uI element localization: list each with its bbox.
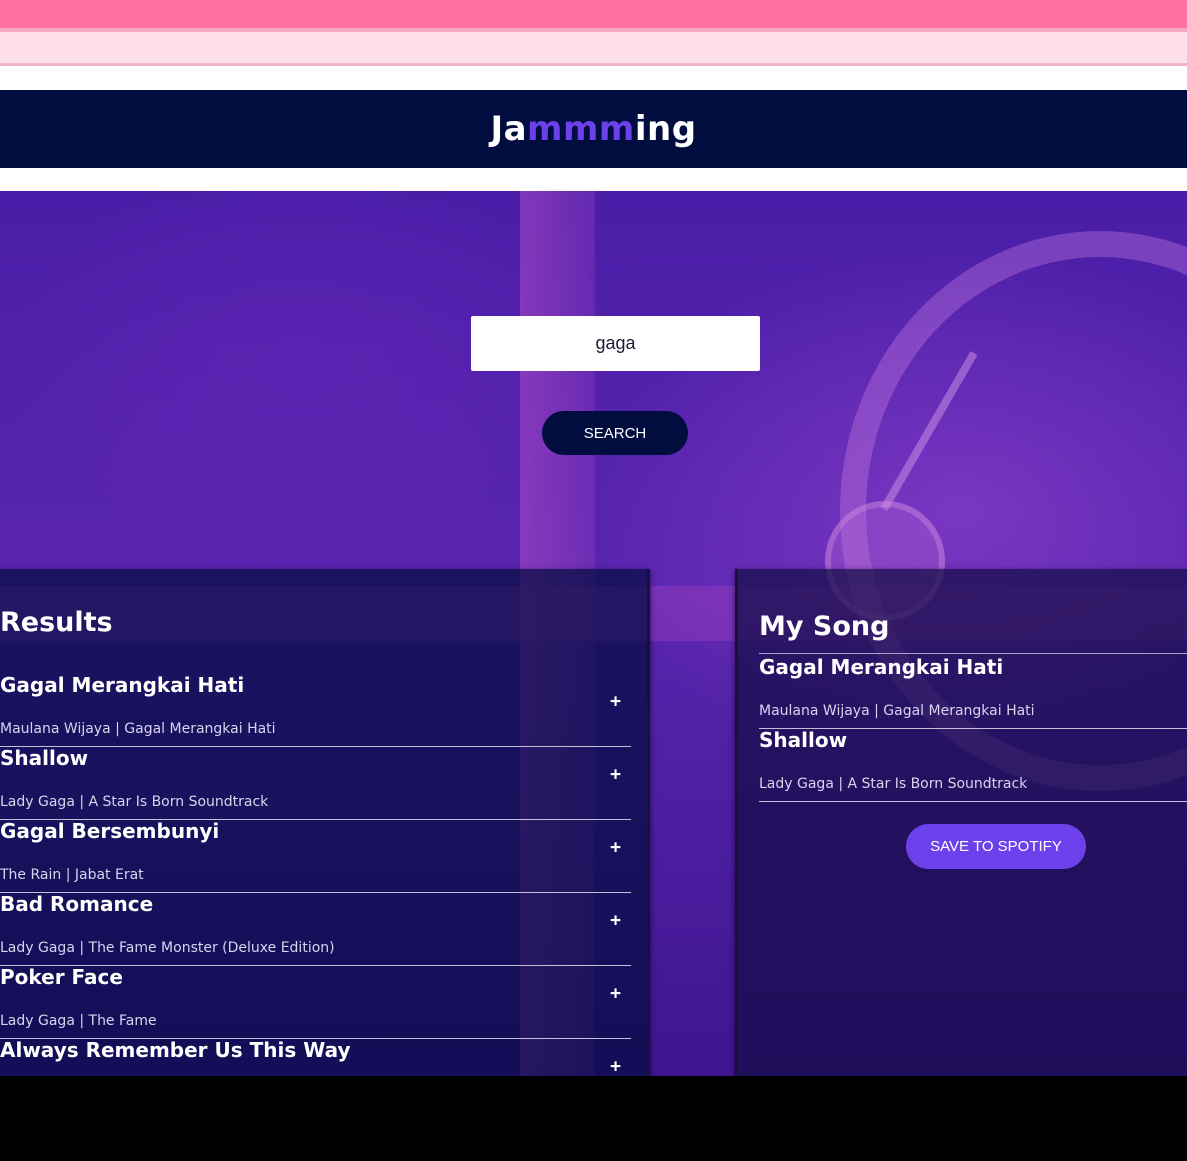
track-info: Lady Gaga | A Star Is Born Soundtrack xyxy=(759,776,1028,792)
results-panel: Results Gagal Merangkai Hati Maulana Wij… xyxy=(0,569,650,1076)
add-track-icon[interactable]: + xyxy=(610,983,621,1004)
result-track: Bad Romance Lady Gaga | The Fame Monster… xyxy=(0,892,631,966)
result-track: Poker Face Lady Gaga | The Fame + xyxy=(0,965,631,1039)
result-track: Shallow Lady Gaga | A Star Is Born Sound… xyxy=(0,746,631,820)
search-button[interactable]: SEARCH xyxy=(542,411,688,455)
track-info: Maulana Wijaya | Gagal Merangkai Hati xyxy=(759,703,1035,719)
track-name: Shallow xyxy=(0,746,89,770)
app-logo: Jammming xyxy=(490,109,696,149)
playlist-title-divider xyxy=(759,653,1187,654)
track-info: The Rain | Jabat Erat xyxy=(0,867,144,883)
track-name: Gagal Bersembunyi xyxy=(0,819,220,843)
save-to-spotify-button[interactable]: SAVE TO SPOTIFY xyxy=(906,824,1086,869)
add-track-icon[interactable]: + xyxy=(610,1056,621,1076)
browser-toolbar-strip xyxy=(0,32,1187,63)
results-title: Results xyxy=(0,607,113,638)
browser-top-bar xyxy=(0,0,1187,28)
result-track: Always Remember Us This Way + xyxy=(0,1038,631,1076)
track-info: Lady Gaga | A Star Is Born Soundtrack xyxy=(0,794,269,810)
hero-section: gaga SEARCH Results Gagal Merangkai Hati… xyxy=(0,191,1187,1076)
add-track-icon[interactable]: + xyxy=(610,691,621,712)
playlist-track: Shallow Lady Gaga | A Star Is Born Sound… xyxy=(759,728,1187,802)
track-name: Always Remember Us This Way xyxy=(0,1038,351,1062)
add-track-icon[interactable]: + xyxy=(610,910,621,931)
result-track: Gagal Bersembunyi The Rain | Jabat Erat … xyxy=(0,819,631,893)
app-header: Jammming xyxy=(0,90,1187,168)
search-input[interactable]: gaga xyxy=(471,316,760,371)
track-name: Bad Romance xyxy=(0,892,154,916)
logo-prefix: Ja xyxy=(490,109,528,149)
logo-accent: mmm xyxy=(527,109,635,149)
track-name: Gagal Merangkai Hati xyxy=(759,655,1004,679)
playlist-title[interactable]: My Song xyxy=(759,611,889,642)
add-track-icon[interactable]: + xyxy=(610,837,621,858)
track-name: Shallow xyxy=(759,728,848,752)
playlist-track: Gagal Merangkai Hati Maulana Wijaya | Ga… xyxy=(759,655,1187,729)
track-name: Gagal Merangkai Hati xyxy=(0,673,245,697)
playlist-panel: My Song Gagal Merangkai Hati Maulana Wij… xyxy=(735,569,1187,1076)
track-info: Lady Gaga | The Fame Monster (Deluxe Edi… xyxy=(0,940,335,956)
track-info: Lady Gaga | The Fame xyxy=(0,1013,157,1029)
track-info: Maulana Wijaya | Gagal Merangkai Hati xyxy=(0,721,276,737)
logo-suffix: ing xyxy=(634,109,697,149)
add-track-icon[interactable]: + xyxy=(610,764,621,785)
result-track: Gagal Merangkai Hati Maulana Wijaya | Ga… xyxy=(0,673,631,747)
track-name: Poker Face xyxy=(0,965,123,989)
